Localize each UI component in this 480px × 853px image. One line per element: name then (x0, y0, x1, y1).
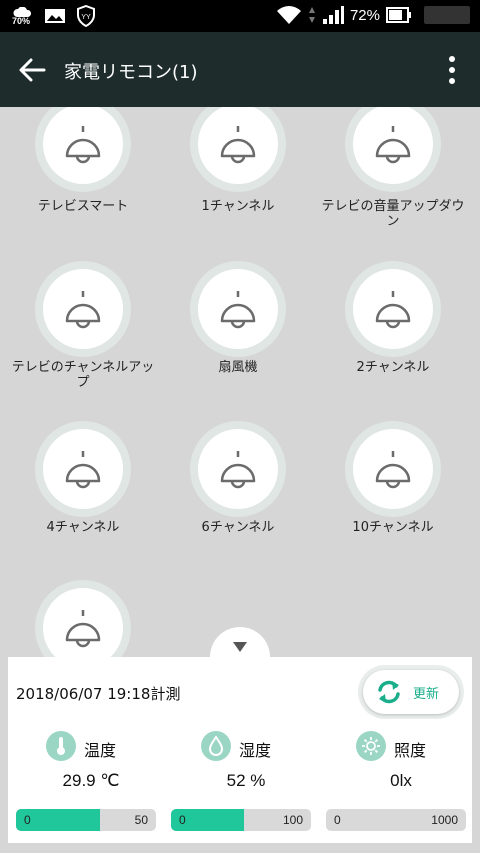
app-bar: 家電リモコン(1) (0, 32, 480, 107)
sensor-panel: 2018/06/07 19:18計測 更新 温度 29.9 ℃ 0 50 湿度 … (8, 657, 472, 843)
lamp-icon-circle (345, 107, 441, 192)
remote-button-label: 1チャンネル (201, 199, 275, 214)
bar-min: 0 (24, 813, 31, 827)
lamp-icon (375, 451, 411, 489)
svg-text:YY: YY (81, 14, 91, 21)
lamp-icon-circle (190, 107, 286, 192)
wifi-icon (276, 6, 301, 24)
lamp-icon (65, 126, 101, 164)
remote-button-grid: テレビスマート 1チャンネル テレビの音量アップダウン テレビのチャンネルアップ… (0, 107, 480, 657)
remote-button-label: テレビスマート (37, 199, 129, 214)
remote-button-label: 4チャンネル (46, 520, 120, 535)
sensor-value: 0lx (390, 771, 412, 790)
refresh-icon (378, 680, 400, 704)
sensor-name: 照度 (394, 741, 427, 760)
lamp-icon (65, 610, 101, 648)
lamp-icon (65, 291, 101, 329)
signal-icon (322, 6, 344, 24)
sensor-name: 湿度 (239, 741, 272, 760)
bar-min: 0 (334, 813, 341, 827)
lamp-icon-circle (35, 580, 131, 657)
water-drop-icon (201, 731, 231, 761)
lamp-icon-circle (190, 261, 286, 357)
image-icon (45, 9, 65, 23)
back-button[interactable] (14, 52, 50, 88)
remote-button-label: 10チャンネル (352, 520, 434, 535)
battery-percent: 72% (349, 6, 380, 24)
lamp-icon-circle (35, 261, 131, 357)
left-battery-percent: 70% (12, 16, 31, 26)
cloud-battery-icon: 70% (12, 4, 34, 28)
illuminance-bar: 0 1000 (326, 809, 466, 831)
lamp-icon-circle (35, 421, 131, 517)
measured-at: 2018/06/07 19:18計測 (16, 685, 181, 703)
humidity-bar: 0 100 (171, 809, 311, 831)
bar-max: 1000 (431, 813, 458, 827)
remote-button-label: 2チャンネル (356, 360, 430, 375)
status-bar: 70% YY 72% (0, 0, 480, 32)
remote-button-label: テレビの音量アップダウン (321, 199, 465, 229)
sun-icon (356, 731, 386, 761)
temperature-bar: 0 50 (16, 809, 156, 831)
remote-button-label: 扇風機 (218, 360, 258, 375)
lamp-icon (65, 451, 101, 489)
carrier-label (424, 6, 470, 24)
lamp-icon-circle (190, 421, 286, 517)
lamp-icon-circle (345, 261, 441, 357)
lamp-icon (375, 126, 411, 164)
bar-max: 50 (134, 813, 148, 827)
thermometer-icon (46, 731, 76, 761)
overflow-menu-button[interactable] (440, 52, 464, 88)
remote-button-label: 6チャンネル (201, 520, 275, 535)
lamp-icon (220, 291, 256, 329)
page-title: 家電リモコン(1) (64, 62, 198, 83)
shield-icon: YY (77, 5, 95, 27)
refresh-button[interactable]: 更新 (358, 665, 464, 719)
battery-icon (386, 7, 411, 23)
lamp-icon (375, 291, 411, 329)
sensor-value: 29.9 ℃ (62, 771, 120, 790)
lamp-icon (220, 126, 256, 164)
remote-button-label: テレビのチャンネルアップ (11, 360, 155, 390)
back-arrow-icon (19, 58, 46, 82)
refresh-label: 更新 (413, 686, 440, 702)
bar-max: 100 (282, 813, 303, 827)
lamp-icon (220, 451, 256, 489)
bar-min: 0 (179, 813, 186, 827)
triangle-down-icon (233, 642, 247, 652)
data-arrows-icon (308, 7, 315, 23)
sensor-name: 温度 (84, 741, 117, 760)
lamp-icon-circle (345, 421, 441, 517)
lamp-icon-circle (35, 107, 131, 192)
sensor-value: 52 % (226, 771, 266, 790)
